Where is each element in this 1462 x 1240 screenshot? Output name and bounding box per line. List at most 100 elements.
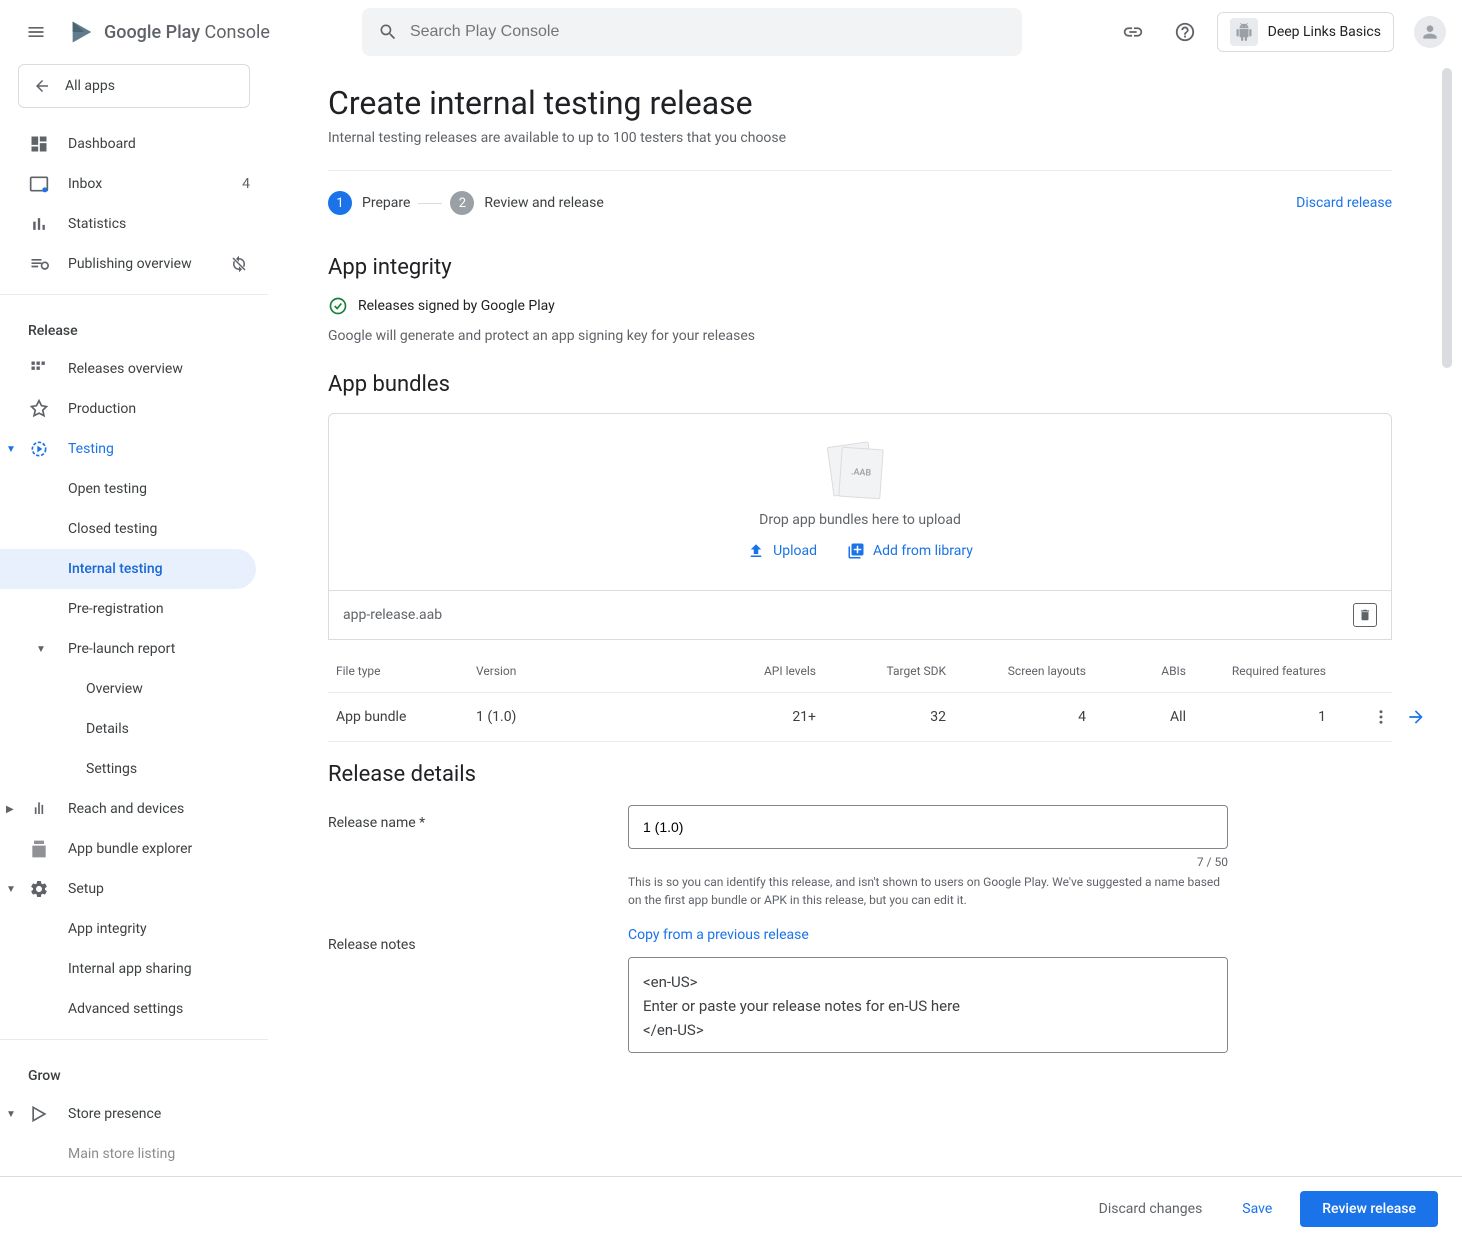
- integrity-description: Google will generate and protect an app …: [328, 328, 1392, 344]
- sync-off-icon: [228, 253, 250, 275]
- uploaded-file-row: app-release.aab: [328, 591, 1392, 640]
- save-button[interactable]: Save: [1230, 1193, 1284, 1225]
- sidebar-item-advanced-settings[interactable]: Advanced settings: [0, 989, 268, 1029]
- app-integrity-heading: App integrity: [328, 255, 1392, 280]
- sidebar-item-pre-launch-report[interactable]: ▼ Pre-launch report: [0, 629, 268, 669]
- link-icon: [1122, 21, 1144, 43]
- sidebar-item-publishing[interactable]: Publishing overview: [0, 244, 268, 284]
- trash-icon: [1358, 608, 1372, 622]
- copy-previous-link[interactable]: Copy from a previous release: [628, 927, 809, 943]
- sidebar: All apps Dashboard Inbox 4 Statistics Pu…: [0, 64, 268, 1176]
- aab-file-icon: .AAB: [830, 444, 890, 500]
- reach-icon: [28, 798, 50, 820]
- review-release-button[interactable]: Review release: [1300, 1191, 1438, 1227]
- sidebar-item-production[interactable]: Production: [0, 389, 268, 429]
- bundle-table: File type Version API levels Target SDK …: [328, 650, 1392, 742]
- all-apps-button[interactable]: All apps: [18, 64, 250, 108]
- release-notes-textarea[interactable]: [628, 957, 1228, 1053]
- sidebar-item-closed-testing[interactable]: Closed testing: [0, 509, 268, 549]
- search-input[interactable]: [410, 23, 1006, 41]
- sidebar-item-plr-overview[interactable]: Overview: [0, 669, 268, 709]
- file-name: app-release.aab: [343, 607, 442, 623]
- app-selector[interactable]: Deep Links Basics: [1217, 12, 1394, 52]
- arrow-forward-icon: [1406, 707, 1426, 727]
- sidebar-item-app-integrity[interactable]: App integrity: [0, 909, 268, 949]
- link-button[interactable]: [1113, 12, 1153, 52]
- hamburger-icon: [26, 22, 46, 42]
- upload-dropzone[interactable]: .AAB Drop app bundles here to upload Upl…: [328, 413, 1392, 591]
- table-row: App bundle 1 (1.0) 21+ 32 4 All 1: [328, 693, 1392, 742]
- sidebar-item-reach-devices[interactable]: ▶ Reach and devices: [0, 789, 268, 829]
- delete-file-button[interactable]: [1353, 603, 1377, 627]
- row-open-button[interactable]: [1406, 707, 1426, 727]
- search-box[interactable]: [362, 8, 1022, 56]
- avatar[interactable]: [1414, 16, 1446, 48]
- sidebar-item-inbox[interactable]: Inbox 4: [0, 164, 268, 204]
- main-content: Create internal testing release Internal…: [268, 64, 1462, 1176]
- testing-icon: [28, 438, 50, 460]
- sidebar-item-dashboard[interactable]: Dashboard: [0, 124, 268, 164]
- step-prepare[interactable]: 1 Prepare: [328, 191, 410, 215]
- help-icon: [1174, 21, 1196, 43]
- help-button[interactable]: [1165, 12, 1205, 52]
- more-vert-icon: [1372, 708, 1390, 726]
- android-icon: [1230, 18, 1258, 46]
- chevron-down-icon: ▼: [6, 884, 16, 895]
- release-name-label: Release name *: [328, 805, 588, 909]
- discard-changes-button[interactable]: Discard changes: [1087, 1193, 1215, 1225]
- sidebar-item-releases-overview[interactable]: Releases overview: [0, 349, 268, 389]
- row-menu-button[interactable]: [1372, 708, 1390, 726]
- step-review[interactable]: 2 Review and release: [450, 191, 603, 215]
- sidebar-item-testing[interactable]: ▼ Testing: [0, 429, 268, 469]
- arrow-back-icon: [33, 77, 51, 95]
- col-file-type: File type: [336, 664, 476, 678]
- chevron-right-icon: ▶: [6, 804, 14, 815]
- sidebar-item-open-testing[interactable]: Open testing: [0, 469, 268, 509]
- app-bundles-heading: App bundles: [328, 372, 1392, 397]
- inbox-badge: 4: [242, 176, 250, 192]
- overview-icon: [28, 358, 50, 380]
- sidebar-item-plr-details[interactable]: Details: [0, 709, 268, 749]
- publishing-icon: [28, 253, 50, 275]
- person-icon: [1420, 22, 1440, 42]
- search-icon: [378, 22, 398, 42]
- page-subtitle: Internal testing releases are available …: [328, 130, 1392, 171]
- step-number-1: 1: [328, 191, 352, 215]
- upload-button[interactable]: Upload: [747, 542, 817, 560]
- release-notes-label: Release notes: [328, 927, 588, 1057]
- upload-icon: [747, 542, 765, 560]
- col-target: Target SDK: [816, 664, 946, 678]
- play-console-logo-icon: [68, 18, 96, 46]
- release-details-heading: Release details: [328, 762, 1392, 787]
- logo[interactable]: Google Play Console: [68, 18, 270, 46]
- add-from-library-button[interactable]: Add from library: [847, 542, 973, 560]
- sidebar-item-setup[interactable]: ▼ Setup: [0, 869, 268, 909]
- col-version: Version: [476, 664, 676, 678]
- discard-release-link[interactable]: Discard release: [1296, 195, 1392, 211]
- sidebar-item-pre-registration[interactable]: Pre-registration: [0, 589, 268, 629]
- library-icon: [847, 542, 865, 560]
- sidebar-item-internal-testing[interactable]: Internal testing: [0, 549, 256, 589]
- sidebar-item-internal-app-sharing[interactable]: Internal app sharing: [0, 949, 268, 989]
- col-features: Required features: [1186, 664, 1326, 678]
- col-abis: ABIs: [1086, 664, 1186, 678]
- menu-button[interactable]: [16, 12, 56, 52]
- sidebar-item-plr-settings[interactable]: Settings: [0, 749, 268, 789]
- release-section-header: Release: [0, 305, 268, 349]
- sidebar-item-store-presence[interactable]: ▼ Store presence: [0, 1094, 268, 1134]
- scrollbar[interactable]: [1442, 68, 1452, 368]
- sidebar-item-app-bundle-explorer[interactable]: App bundle explorer: [0, 829, 268, 869]
- release-name-input[interactable]: [628, 805, 1228, 849]
- footer: Discard changes Save Review release: [0, 1176, 1462, 1240]
- chevron-down-icon: ▼: [6, 444, 16, 455]
- check-circle-icon: [328, 296, 348, 316]
- col-api: API levels: [676, 664, 816, 678]
- bundle-icon: [28, 838, 50, 860]
- all-apps-label: All apps: [65, 78, 115, 94]
- sidebar-item-main-store-listing[interactable]: Main store listing: [0, 1134, 268, 1174]
- col-screen: Screen layouts: [946, 664, 1086, 678]
- dropzone-text: Drop app bundles here to upload: [359, 512, 1361, 528]
- chevron-down-icon: ▼: [6, 1109, 16, 1120]
- sidebar-item-statistics[interactable]: Statistics: [0, 204, 268, 244]
- step-number-2: 2: [450, 191, 474, 215]
